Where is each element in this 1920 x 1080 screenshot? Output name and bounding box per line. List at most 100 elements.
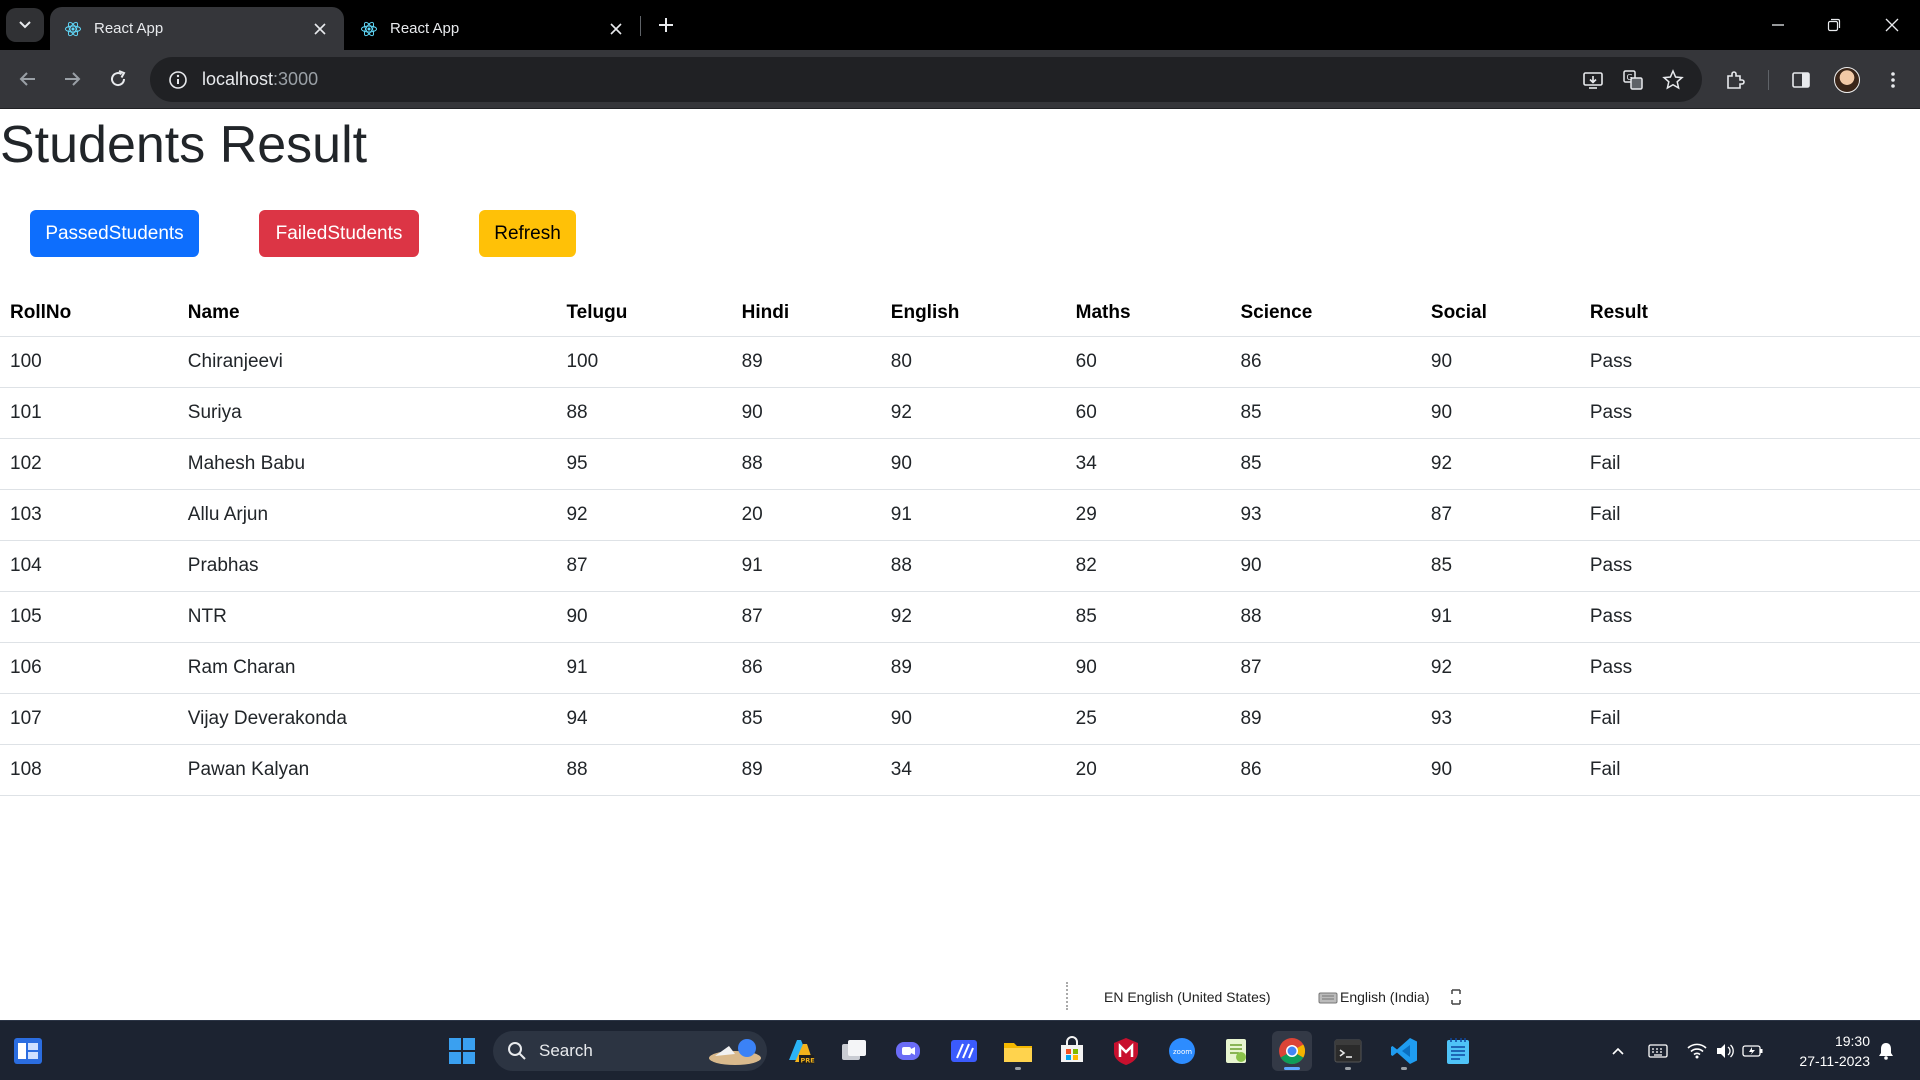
refresh-button[interactable]: Refresh xyxy=(479,210,576,257)
table-cell: 90 xyxy=(1420,336,1580,388)
translate-icon[interactable]: G xyxy=(1618,65,1648,95)
install-app-icon[interactable] xyxy=(1578,65,1608,95)
table-cell: Pawan Kalyan xyxy=(177,744,557,796)
restore-button[interactable] xyxy=(1814,8,1854,42)
taskbar: Search PRE zoom 19:30 27-11-2023 xyxy=(0,1020,1920,1080)
taskbar-app-terminal[interactable] xyxy=(1328,1031,1368,1071)
keyboard-layout-indicator[interactable]: English (India) xyxy=(1318,989,1430,1005)
url-host: localhost xyxy=(202,69,274,89)
tab-react-app-2[interactable]: React App xyxy=(346,7,640,50)
passed-students-button[interactable]: PassedStudents xyxy=(30,210,199,257)
table-cell: Prabhas xyxy=(177,540,557,592)
column-header: Telugu xyxy=(556,290,732,337)
taskbar-app-notepad[interactable] xyxy=(1438,1031,1478,1071)
touch-keyboard-button[interactable] xyxy=(1644,1021,1672,1080)
store-icon xyxy=(1061,1036,1083,1062)
start-button[interactable] xyxy=(442,1031,482,1071)
taskbar-app-chrome[interactable] xyxy=(1272,1031,1312,1071)
notifications-button[interactable] xyxy=(1872,1021,1900,1080)
close-window-button[interactable] xyxy=(1872,8,1912,42)
arrow-right-icon xyxy=(65,72,81,86)
taskbar-search-box[interactable]: Search xyxy=(493,1031,767,1071)
table-cell: 86 xyxy=(1230,744,1421,796)
svg-text:zoom: zoom xyxy=(1173,1048,1192,1056)
taskbar-app-vscode[interactable] xyxy=(1384,1031,1424,1071)
input-language-indicator[interactable]: EN English (United States) xyxy=(1104,989,1271,1005)
running-indicator xyxy=(1345,1067,1351,1070)
taskbar-app-task-view[interactable] xyxy=(834,1031,874,1071)
students-results-table: RollNo Name Telugu Hindi English Maths S… xyxy=(0,290,1920,796)
react-logo-icon xyxy=(65,21,81,36)
extensions-button[interactable] xyxy=(1718,63,1752,97)
taskbar-app-zoom[interactable]: zoom xyxy=(1162,1031,1202,1071)
taskbar-app-store[interactable] xyxy=(1052,1031,1092,1071)
table-cell: 88 xyxy=(731,438,881,490)
table-cell: 88 xyxy=(1230,591,1421,643)
speaker-icon xyxy=(1717,1044,1734,1058)
back-button[interactable] xyxy=(12,63,44,95)
table-cell: 107 xyxy=(0,693,178,745)
url-port: :3000 xyxy=(273,69,319,89)
table-cell: 34 xyxy=(880,744,1066,796)
failed-students-button[interactable]: FailedStudents xyxy=(259,210,419,257)
table-cell: Fail xyxy=(1579,438,1920,490)
column-header: Hindi xyxy=(731,290,881,337)
forward-button[interactable] xyxy=(56,63,88,95)
table-cell: 90 xyxy=(880,693,1066,745)
tab-react-app-1[interactable]: React App xyxy=(50,7,344,50)
widgets-button[interactable] xyxy=(8,1031,48,1071)
wifi-icon xyxy=(1687,1043,1707,1059)
chrome-icon xyxy=(1279,1038,1306,1065)
table-cell: 86 xyxy=(731,642,881,694)
video-call-icon xyxy=(896,1042,920,1060)
table-cell: 89 xyxy=(1230,693,1421,745)
table-cell: Suriya xyxy=(177,387,557,439)
taskbar-app-editor[interactable] xyxy=(944,1031,984,1071)
minimize-button[interactable] xyxy=(1758,8,1798,42)
taskbar-clock[interactable]: 19:30 27-11-2023 xyxy=(1786,1031,1870,1071)
table-cell: Pass xyxy=(1579,336,1920,388)
avatar xyxy=(1834,67,1860,93)
reload-button[interactable] xyxy=(102,63,134,95)
taskbar-app-file-explorer[interactable] xyxy=(998,1031,1038,1071)
wifi-status[interactable] xyxy=(1684,1021,1710,1080)
plus-icon xyxy=(659,18,673,32)
profile-button[interactable] xyxy=(1830,63,1864,97)
close-icon xyxy=(610,22,622,35)
tab-search-button[interactable] xyxy=(6,8,44,42)
side-panel-icon xyxy=(1792,72,1810,88)
language-bar-grip[interactable] xyxy=(1066,982,1068,1010)
chevron-down-icon xyxy=(19,21,31,29)
table-cell: 86 xyxy=(1230,336,1421,388)
browser-menu-button[interactable] xyxy=(1876,63,1910,97)
table-cell: 101 xyxy=(0,387,178,439)
taskbar-app-mcafee[interactable] xyxy=(1106,1031,1146,1071)
taskbar-app-meet[interactable] xyxy=(888,1031,928,1071)
tab-close-button[interactable] xyxy=(310,19,330,39)
bookmark-star-icon[interactable] xyxy=(1658,65,1688,95)
table-cell: 90 xyxy=(731,387,881,439)
table-cell: 92 xyxy=(1420,438,1580,490)
tab-close-button[interactable] xyxy=(606,19,626,39)
site-info-icon[interactable] xyxy=(164,66,192,94)
table-cell: Pass xyxy=(1579,591,1920,643)
show-hidden-icons-button[interactable] xyxy=(1604,1021,1632,1080)
table-cell: 80 xyxy=(880,336,1066,388)
new-tab-button[interactable] xyxy=(652,11,680,39)
taskbar-app-premiere[interactable]: PRE xyxy=(780,1031,820,1071)
address-bar[interactable]: localhost:3000 G xyxy=(150,57,1702,102)
table-cell: 92 xyxy=(880,591,1066,643)
chevron-up-icon xyxy=(1612,1047,1624,1055)
battery-status[interactable] xyxy=(1740,1021,1766,1080)
table-cell: Pass xyxy=(1579,387,1920,439)
volume-status[interactable] xyxy=(1712,1021,1738,1080)
column-header: Maths xyxy=(1065,290,1231,337)
side-panel-button[interactable] xyxy=(1784,63,1818,97)
language-bar: EN English (United States) English (Indi… xyxy=(1060,982,1470,1012)
restore-icon xyxy=(1827,18,1841,32)
language-bar-options-icon[interactable] xyxy=(1450,988,1462,1009)
more-vertical-icon xyxy=(1891,72,1895,88)
taskbar-app-notepad-plus[interactable] xyxy=(1216,1031,1256,1071)
table-cell: Fail xyxy=(1579,744,1920,796)
table-row: 102 Mahesh Babu 95 88 90 34 85 92 Fail xyxy=(0,438,1920,490)
